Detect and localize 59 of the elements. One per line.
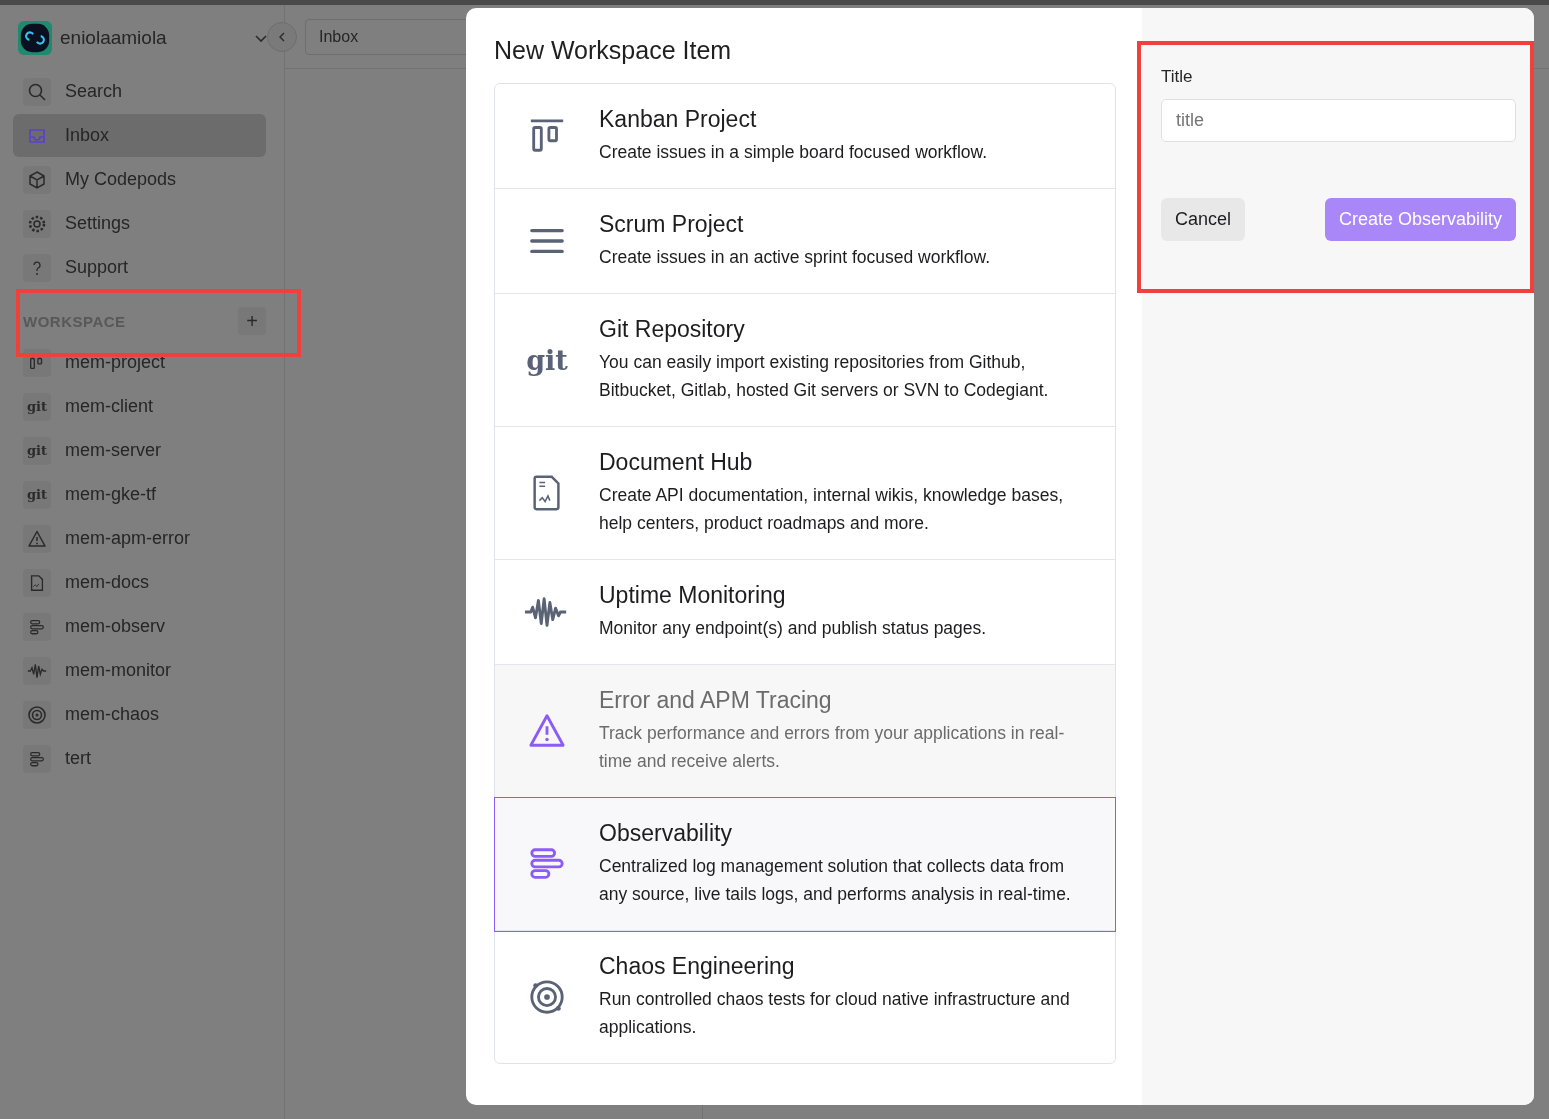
workspace-type-option[interactable]: Scrum Project Create issues in an active sprint focused workflow.: [495, 189, 1115, 294]
git-icon: git: [26, 487, 47, 502]
account-name: eniolaamiola: [60, 27, 168, 49]
modal-title: New Workspace Item: [494, 36, 733, 65]
workspace-item[interactable]: git mem-client: [13, 385, 266, 428]
search-icon: [27, 81, 47, 102]
nav-item[interactable]: My Codepods: [13, 158, 266, 201]
title-input-field[interactable]: title: [1161, 99, 1516, 142]
bars-icon: [28, 617, 46, 636]
target-icon: [27, 704, 47, 725]
workspace-type-option[interactable]: Document Hub Create API documentation, internal wikis, knowledge bases, help centers, product roadmaps and more.: [495, 427, 1115, 560]
workspace-item[interactable]: mem-monitor: [13, 649, 266, 692]
workspace-type-option[interactable]: Kanban Project Create issues in a simple board focused workflow.: [495, 84, 1115, 189]
workspace-type-option[interactable]: Observability Centralized log management solution that collects data from any source, live tails logs, and performs analysis in real-time.: [495, 798, 1115, 931]
settings-icon: [27, 213, 47, 234]
nav-item[interactable]: Support: [13, 246, 266, 289]
nav-item[interactable]: Inbox: [13, 114, 266, 157]
option-description: Track performance and errors from your applications in real-time and receive alerts.: [599, 722, 1066, 773]
document-icon: [28, 573, 46, 592]
option-description: Monitor any endpoint(s) and publish status pages.: [599, 617, 988, 640]
workspace-type-option[interactable]: Chaos Engineering Run controlled chaos tests for cloud native infrastructure and applications.: [495, 931, 1115, 1063]
git-icon: git: [526, 344, 568, 376]
warning-icon: [528, 712, 566, 750]
git-icon: git: [26, 443, 47, 458]
option-title: Scrum Project: [599, 211, 745, 238]
option-title: Observability: [599, 820, 733, 847]
option-description: Create API documentation, internal wikis, knowledge bases, help centers, product roadmaps and more.: [599, 484, 1064, 535]
option-title: Error and APM Tracing: [599, 687, 833, 714]
bars-icon: [28, 749, 46, 768]
option-description: Run controlled chaos tests for cloud native infrastructure and applications.: [599, 988, 1071, 1039]
kanban-icon: [528, 117, 566, 155]
field-label: Title: [1161, 67, 1194, 87]
cube-icon: [27, 169, 47, 190]
workspace-item[interactable]: mem-apm-error: [13, 517, 266, 560]
option-title: Kanban Project: [599, 106, 758, 133]
option-description: Create issues in an active sprint focused workflow.: [599, 246, 991, 269]
option-description: Create issues in a simple board focused workflow.: [599, 141, 989, 164]
workspace-item[interactable]: git mem-gke-tf: [13, 473, 266, 516]
logo-icon: [18, 21, 52, 55]
option-title: Chaos Engineering: [599, 953, 796, 980]
nav-item[interactable]: Search: [13, 70, 266, 113]
option-title: Git Repository: [599, 316, 746, 343]
workspace-item[interactable]: git mem-server: [13, 429, 266, 472]
workspace-item[interactable]: mem-docs: [13, 561, 266, 604]
target-icon: [528, 978, 566, 1016]
workspace-type-option[interactable]: git Git Repository You can easily import existing repositories from Github, Bitbucket, Gitlab, hosted Git servers or SVN to Codegiant.: [495, 294, 1115, 427]
nav-item[interactable]: Settings: [13, 202, 266, 245]
workspace-item[interactable]: tert: [13, 737, 266, 780]
workspace-item[interactable]: mem-observ: [13, 605, 266, 648]
option-title: Uptime Monitoring: [599, 582, 787, 609]
option-title: Document Hub: [599, 449, 754, 476]
warning-icon: [27, 528, 47, 549]
option-description: You can easily import existing repositories from Github, Bitbucket, Gitlab, hosted Git servers or SVN to Codegiant.: [599, 351, 1050, 402]
workspace-item[interactable]: mem-project: [13, 341, 266, 384]
option-description: Centralized log management solution that collects data from any source, live tails logs, and performs analysis in real-time.: [599, 855, 1072, 906]
workspace-item[interactable]: mem-chaos: [13, 693, 266, 736]
cancel-button[interactable]: Cancel: [1161, 198, 1246, 241]
add-button[interactable]: +: [238, 307, 266, 335]
git-icon: git: [26, 399, 47, 414]
